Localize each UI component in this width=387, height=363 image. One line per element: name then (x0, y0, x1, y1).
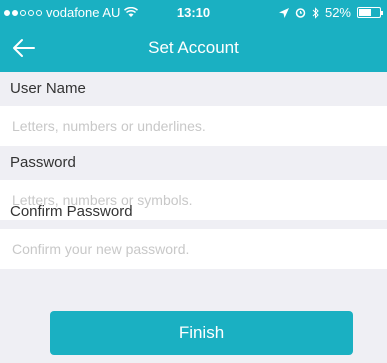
username-input[interactable] (0, 106, 387, 146)
username-label: User Name (10, 80, 86, 97)
page-title: Set Account (148, 38, 239, 57)
nav-bar: Set Account (0, 24, 387, 72)
alarm-icon (295, 8, 306, 18)
status-bar: vodafone AU 13:10 52% (0, 0, 387, 24)
location-arrow-icon (278, 7, 289, 18)
battery-percent: 52% (324, 5, 351, 20)
confirm-password-field-container (0, 229, 387, 269)
password-label: Password (10, 154, 76, 171)
confirm-password-label: Confirm Password (10, 203, 133, 220)
battery-icon (357, 7, 383, 18)
finish-button[interactable]: Finish (50, 311, 353, 355)
username-field-container (0, 106, 387, 146)
top-bar: vodafone AU 13:10 52% Set Account (0, 0, 387, 72)
status-right: 52% (278, 5, 383, 20)
bluetooth-icon (312, 6, 319, 19)
confirm-password-input[interactable] (0, 229, 387, 269)
